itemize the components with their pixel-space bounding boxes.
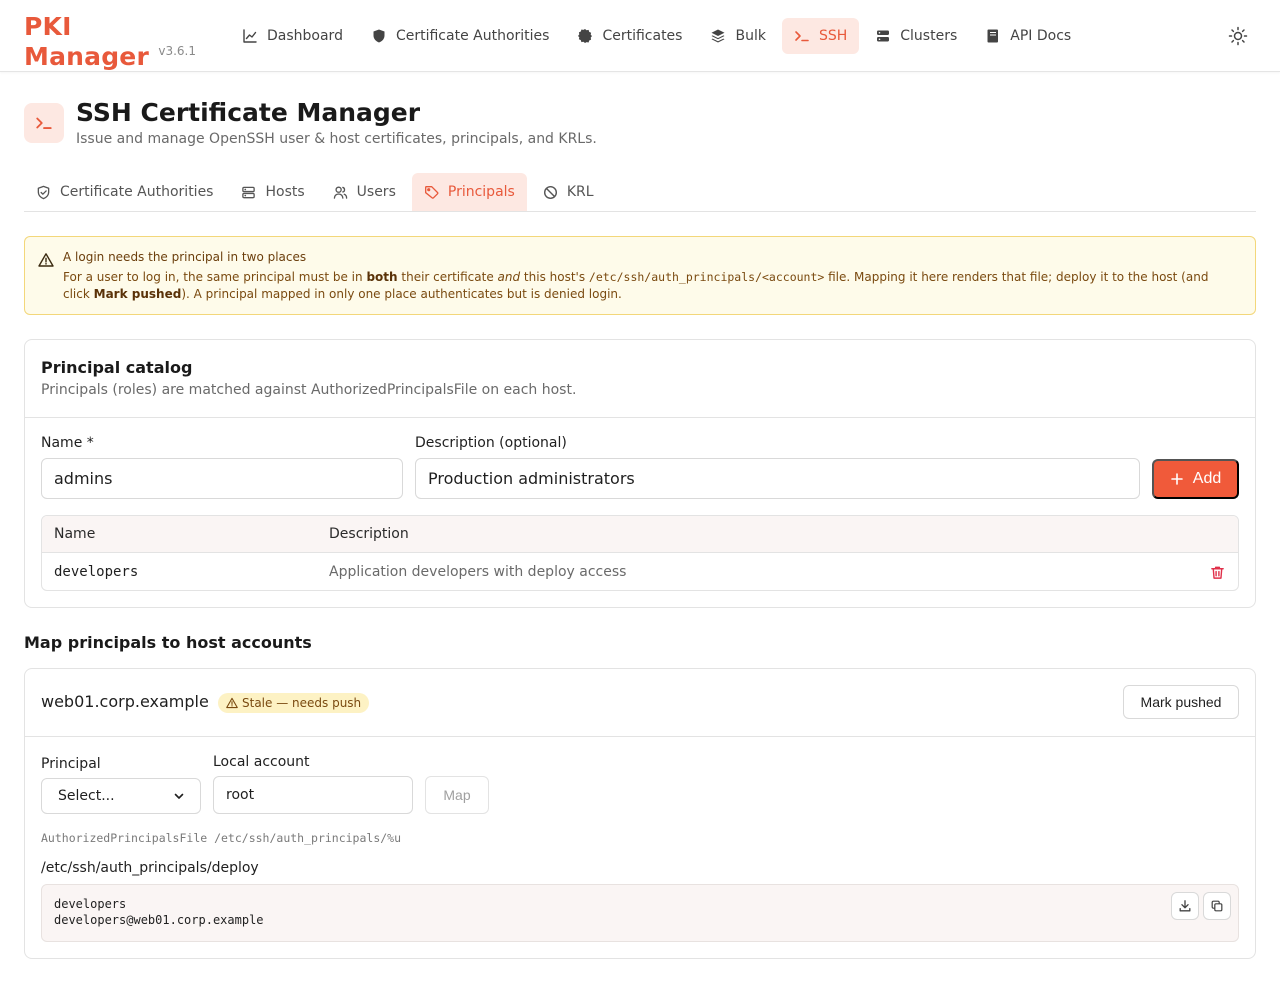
shield-check-icon (37, 185, 50, 199)
page-icon (24, 103, 64, 143)
badge-label: Stale — needs push (242, 696, 362, 710)
ban-icon (543, 185, 557, 199)
shield-icon (373, 29, 385, 43)
alert-title: A login needs the principal in two place… (63, 250, 307, 264)
brand[interactable]: PKI Manager v3.6.1 (24, 12, 196, 72)
principal-description-cell: Application developers with deploy acces… (329, 564, 627, 580)
download-icon (1179, 900, 1191, 912)
nav-label: Certificates (602, 28, 683, 44)
card-title: Principal catalog (41, 358, 193, 377)
input-value: admins (54, 469, 113, 488)
chart-line-icon (243, 29, 257, 43)
tab-label: Users (356, 184, 396, 200)
server-icon (877, 30, 890, 42)
nav-label: Dashboard (267, 28, 343, 44)
principal-catalog-card: Principal catalog Principals (roles) are… (24, 339, 1256, 608)
tag-icon (424, 185, 439, 199)
host-name: web01.corp.example (41, 692, 209, 711)
principal-select[interactable]: Select... (41, 778, 201, 814)
terminal-icon (36, 117, 52, 129)
layers-icon (711, 29, 725, 43)
table-row: developers Application developers with d… (42, 553, 1238, 590)
alert-body: For a user to log in, the same principal… (63, 270, 1209, 301)
nav-clusters[interactable]: Clusters (863, 18, 969, 54)
nav-ssh[interactable]: SSH (781, 18, 860, 54)
tab-label: KRL (566, 184, 594, 200)
nav-label: SSH (818, 28, 848, 44)
principals-path-code: /etc/ssh/auth_principals/<account> (588, 270, 825, 284)
mark-pushed-button[interactable]: Mark pushed (1123, 685, 1239, 719)
main-nav: Dashboard Certificate Authorities Certif… (230, 18, 1087, 54)
copy-file-button[interactable] (1203, 892, 1231, 920)
code-line: developers (54, 897, 127, 911)
warning-triangle-icon (38, 253, 54, 267)
add-principal-button[interactable]: Add (1152, 459, 1239, 499)
tab-label: Certificate Authorities (60, 184, 214, 200)
app-name: PKI Manager (24, 12, 149, 71)
nav-dashboard[interactable]: Dashboard (230, 18, 355, 54)
app-version: v3.6.1 (158, 44, 196, 58)
sun-icon[interactable] (1228, 26, 1248, 46)
page-title: SSH Certificate Manager (76, 98, 421, 127)
input-value: Production administrators (428, 469, 635, 488)
nav-label: API Docs (1010, 28, 1072, 44)
code-line: developers@web01.corp.example (54, 913, 264, 927)
nav-certificate-authorities[interactable]: Certificate Authorities (359, 18, 561, 54)
tab-principals[interactable]: Principals (411, 173, 527, 211)
tab-label: Hosts (265, 184, 305, 200)
stale-status-badge: Stale — needs push (218, 693, 370, 713)
column-header-description: Description (329, 526, 409, 542)
nav-label: Bulk (735, 28, 766, 44)
section-title-map-principals: Map principals to host accounts (24, 633, 312, 652)
input-value: root (226, 787, 255, 803)
description-label: Description (optional) (415, 435, 567, 451)
principals-file-content: developers developers@web01.corp.example (41, 884, 1239, 942)
card-description: Principals (roles) are matched against A… (41, 382, 577, 398)
name-label: Name * (41, 435, 94, 451)
server-icon (242, 186, 256, 198)
tab-krl[interactable]: KRL (531, 173, 606, 211)
column-header-name: Name (54, 526, 96, 542)
tab-label: Principals (447, 184, 515, 200)
nav-label: Clusters (900, 28, 958, 44)
users-icon (333, 185, 347, 199)
delete-principal-button[interactable] (1210, 553, 1225, 590)
nav-bulk[interactable]: Bulk (698, 18, 777, 54)
principal-description-input[interactable]: Production administrators (415, 458, 1140, 499)
table-header: Name Description (42, 516, 1238, 553)
download-file-button[interactable] (1171, 892, 1199, 920)
authorized-principals-file-line: AuthorizedPrincipalsFile /etc/ssh/auth_p… (41, 831, 402, 845)
tab-hosts[interactable]: Hosts (229, 173, 316, 211)
nav-label: Certificate Authorities (395, 28, 550, 44)
local-account-input[interactable]: root (213, 776, 413, 814)
local-account-label: Local account (213, 754, 310, 770)
badge-icon (578, 29, 593, 43)
warning-triangle-icon (226, 697, 238, 709)
ssh-subtabs: Certificate Authorities Hosts Users Prin… (24, 173, 1256, 212)
host-mapping-card: web01.corp.example Stale — needs push Ma… (24, 668, 1256, 959)
copy-icon (1211, 900, 1223, 912)
terminal-icon (795, 31, 809, 42)
select-value: Select... (58, 788, 115, 804)
nav-certificates[interactable]: Certificates (565, 18, 694, 54)
plus-icon (1170, 473, 1183, 485)
nav-api-docs[interactable]: API Docs (973, 18, 1083, 54)
principal-name-cell: developers (54, 564, 139, 580)
principal-table: Name Description developers Application … (41, 515, 1239, 591)
chevron-down-icon (174, 793, 184, 799)
top-navbar: PKI Manager v3.6.1 Dashboard Certificate… (0, 0, 1280, 72)
principal-name-input[interactable]: admins (41, 458, 403, 499)
page-subtitle: Issue and manage OpenSSH user & host cer… (76, 131, 597, 147)
tab-certificate-authorities[interactable]: Certificate Authorities (24, 173, 225, 211)
button-label: Add (1192, 470, 1222, 487)
map-button[interactable]: Map (425, 776, 489, 814)
principals-file-path: /etc/ssh/auth_principals/deploy (41, 860, 259, 876)
tab-users[interactable]: Users (321, 173, 408, 211)
book-icon (987, 29, 999, 43)
trash-icon (1211, 566, 1224, 579)
principal-warning-alert: A login needs the principal in two place… (24, 236, 1256, 315)
principal-label: Principal (41, 756, 101, 772)
